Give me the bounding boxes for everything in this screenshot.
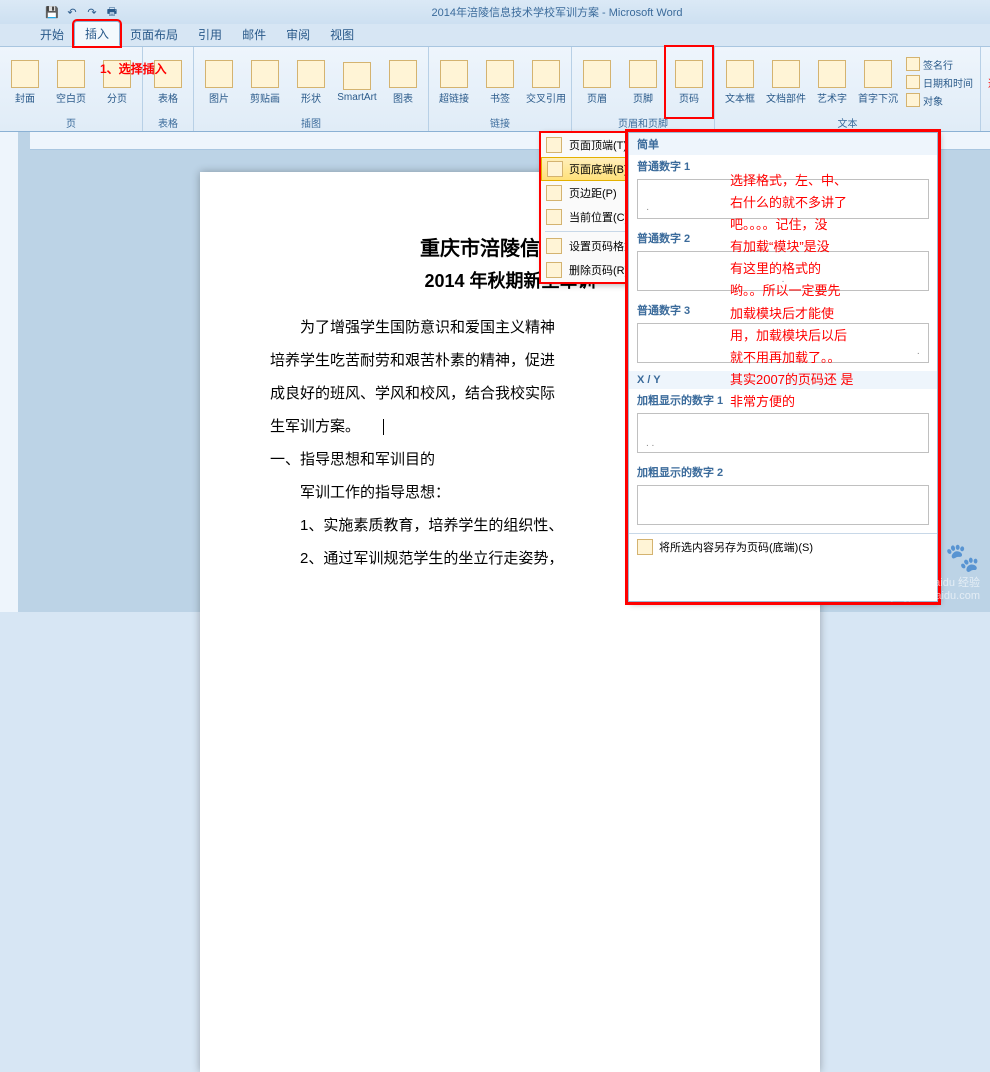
chart-button[interactable]: 图表 [382, 49, 424, 115]
smartart-button[interactable]: SmartArt [336, 49, 378, 115]
watermark: 🐾 Baidu 经验 jingyan.baidu.com [891, 541, 980, 602]
annotation-1: 1、选择插入 [100, 60, 167, 77]
tab-view[interactable]: 视图 [320, 23, 364, 46]
gallery-item-bold-1[interactable]: . . [637, 413, 929, 453]
tab-references[interactable]: 引用 [188, 23, 232, 46]
cover-page-button[interactable]: 封面 [4, 49, 46, 115]
page-break-button[interactable]: 分页 [96, 49, 138, 115]
vertical-ruler [0, 132, 18, 612]
table-button[interactable]: 表格 [147, 49, 189, 115]
paw-icon: 🐾 [891, 541, 980, 574]
gallery-item-label: 加粗显示的数字 2 [629, 461, 937, 483]
save-icon [637, 539, 653, 555]
crossref-button[interactable]: 交叉引用 [525, 49, 567, 115]
page-margin-icon [546, 185, 562, 201]
quickparts-button[interactable]: 文档部件 [765, 49, 807, 115]
tutorial-note: 选择格式，左、中、 右什么的就不多讲了 吧。。。。记住，没 有加载“模块”是没 … [730, 170, 885, 413]
clipart-button[interactable]: 剪贴画 [244, 49, 286, 115]
undo-icon[interactable]: ↶ [64, 4, 80, 20]
format-icon [546, 238, 562, 254]
signature-button[interactable]: 签名行 [903, 56, 976, 73]
shapes-button[interactable]: 形状 [290, 49, 332, 115]
object-button[interactable]: 对象 [903, 92, 976, 109]
tab-layout[interactable]: 页面布局 [120, 23, 188, 46]
textbox-button[interactable]: 文本框 [719, 49, 761, 115]
save-icon[interactable]: 💾 [44, 4, 60, 20]
bookmark-button[interactable]: 书签 [479, 49, 521, 115]
datetime-button[interactable]: 日期和时间 [903, 74, 976, 91]
gallery-heading-simple: 简单 [629, 133, 937, 155]
header-button[interactable]: 页眉 [576, 49, 618, 115]
footer-button[interactable]: 页脚 [622, 49, 664, 115]
window-title: 2014年涪陵信息技术学校军训方案 - Microsoft Word [124, 4, 990, 20]
print-icon[interactable]: 🖶 [104, 4, 120, 20]
remove-icon [546, 262, 562, 278]
ribbon-tabs: 开始 插入 页面布局 引用 邮件 审阅 视图 [0, 24, 990, 46]
picture-button[interactable]: 图片 [198, 49, 240, 115]
tab-home[interactable]: 开始 [30, 23, 74, 46]
tab-insert[interactable]: 插入 [74, 21, 120, 46]
tab-review[interactable]: 审阅 [276, 23, 320, 46]
ribbon: 封面 空白页 分页 页 表格 表格 图片 剪贴画 形状 SmartArt 图表 … [0, 46, 990, 132]
gallery-item-bold-2[interactable] [637, 485, 929, 525]
tab-mailings[interactable]: 邮件 [232, 23, 276, 46]
page-top-icon [546, 137, 562, 153]
blank-page-button[interactable]: 空白页 [50, 49, 92, 115]
wordart-button[interactable]: 艺术字 [811, 49, 853, 115]
select-pagenum-label: 选择页码 [985, 74, 990, 91]
dropcap-button[interactable]: 首字下沉 [857, 49, 899, 115]
page-bottom-icon [547, 161, 563, 177]
page-number-button[interactable]: 页码 [668, 49, 710, 115]
hyperlink-button[interactable]: 超链接 [433, 49, 475, 115]
current-pos-icon [546, 209, 562, 225]
redo-icon[interactable]: ↷ [84, 4, 100, 20]
text-cursor [383, 419, 384, 435]
